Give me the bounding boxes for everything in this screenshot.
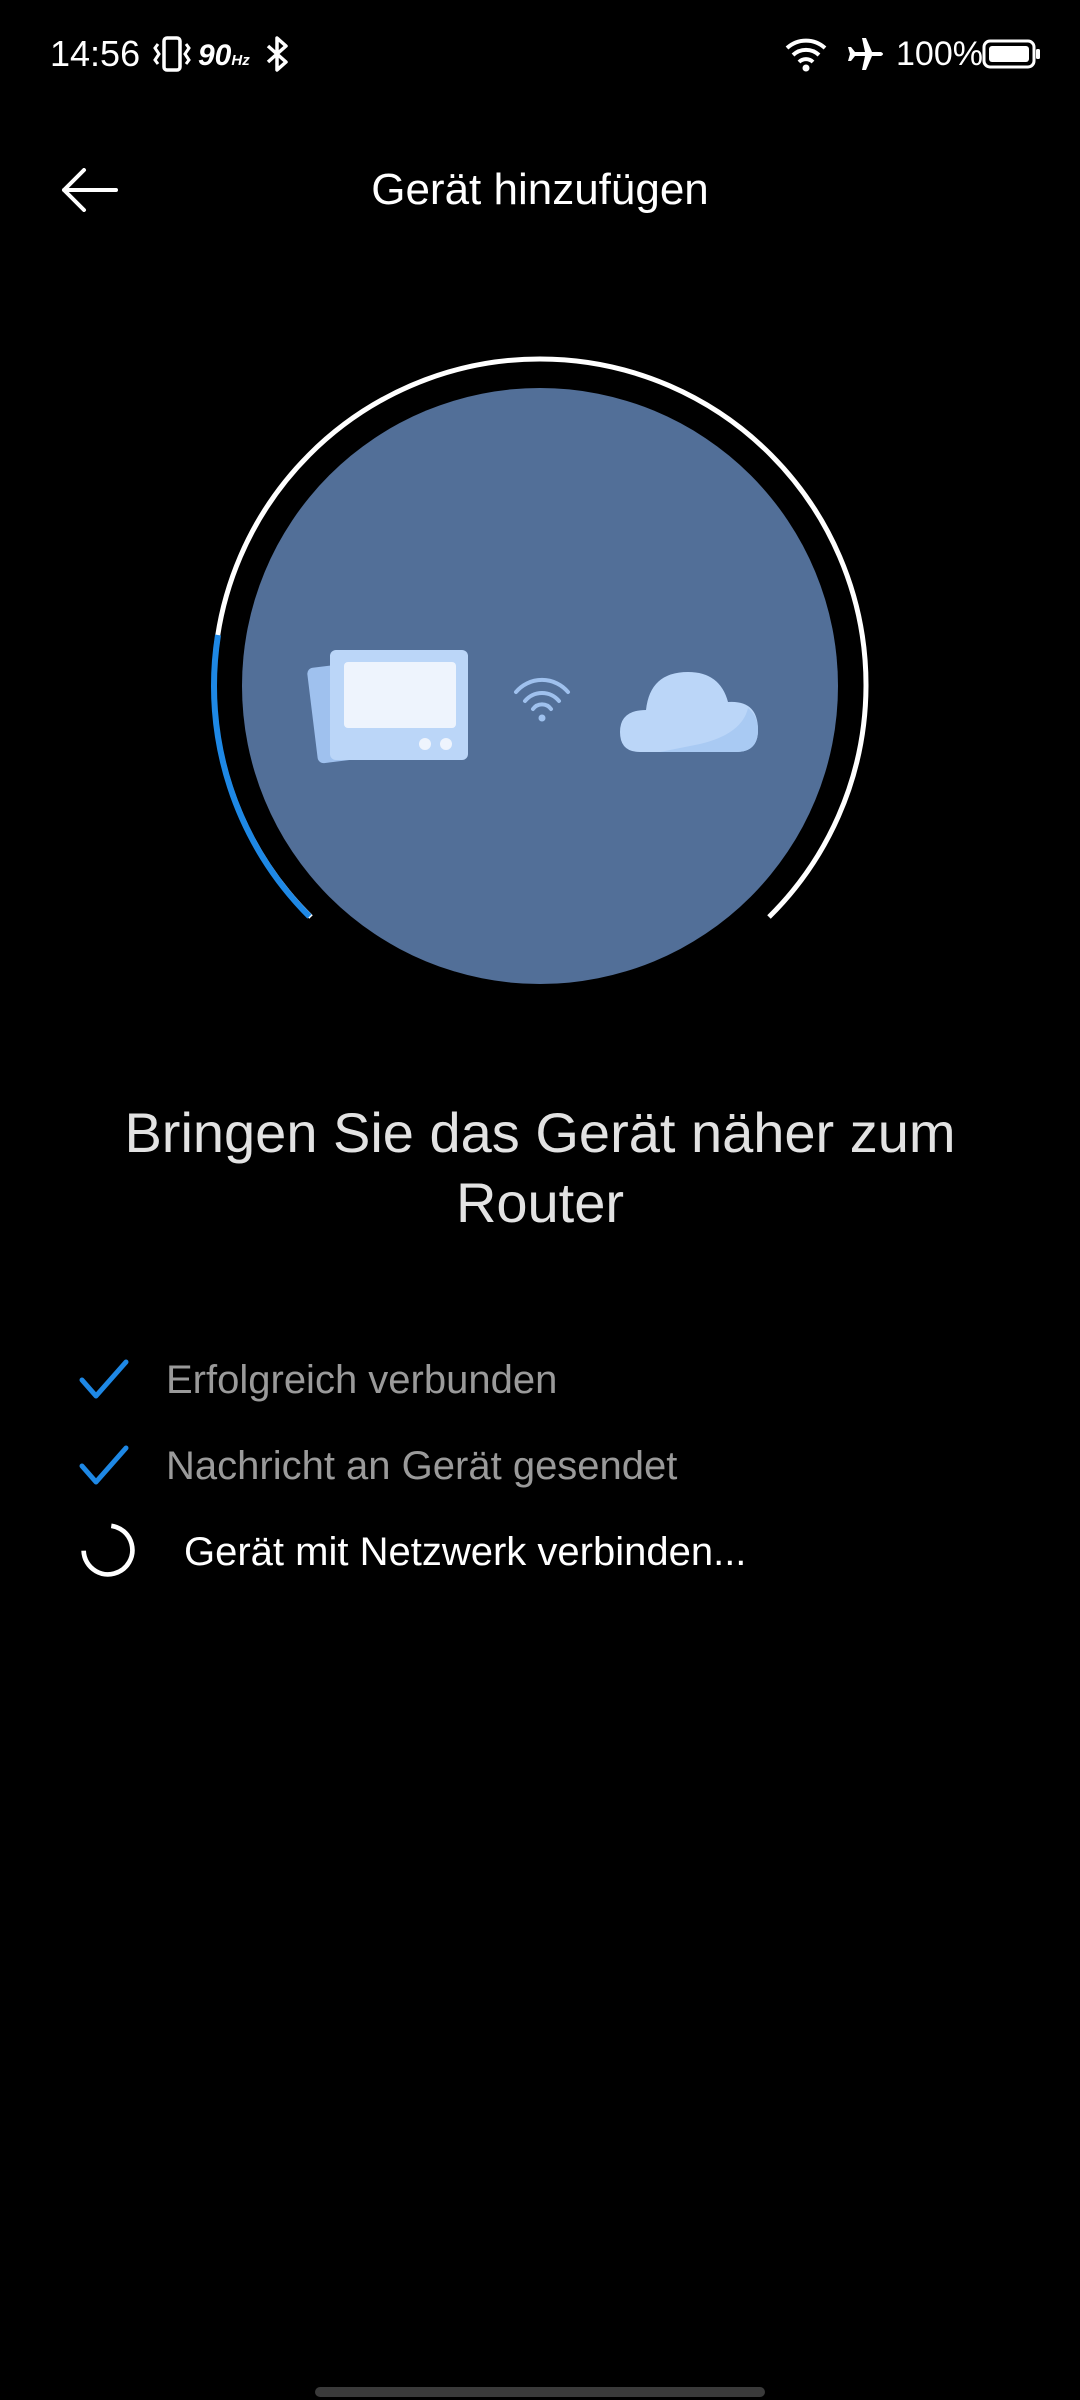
checkmark-icon [79,1359,129,1399]
app-header: Gerät hinzufügen [0,140,1080,240]
battery-percentage: 100% [896,35,983,73]
bluetooth-icon [262,34,292,79]
page-title: Gerät hinzufügen [371,165,709,214]
instruction-heading: Bringen Sie das Gerät näher zum Router [124,1101,956,1234]
vibrate-icon [152,34,192,79]
wifi-icon [784,36,828,77]
connection-illustration [0,330,1080,1010]
step-item: Nachricht an Gerät gesendet [0,1426,1080,1506]
battery-icon [982,38,1042,75]
airplane-mode-icon [846,34,886,79]
home-indicator[interactable] [315,2387,765,2397]
status-time: 14:56 [50,33,141,74]
step-label: Nachricht an Gerät gesendet [166,1444,678,1488]
step-label: Erfolgreich verbunden [166,1358,558,1402]
device-icon [307,650,468,764]
refresh-rate-indicator: 90Hz [198,39,250,72]
step-item: Erfolgreich verbunden [0,1340,1080,1420]
step-label: Gerät mit Netzwerk verbinden... [184,1530,747,1574]
loading-spinner-icon [81,1523,135,1577]
step-item: Gerät mit Netzwerk verbinden... [0,1516,1080,1596]
checkmark-icon [79,1445,129,1485]
status-bar: 14:56 90Hz 100% [0,0,1080,110]
